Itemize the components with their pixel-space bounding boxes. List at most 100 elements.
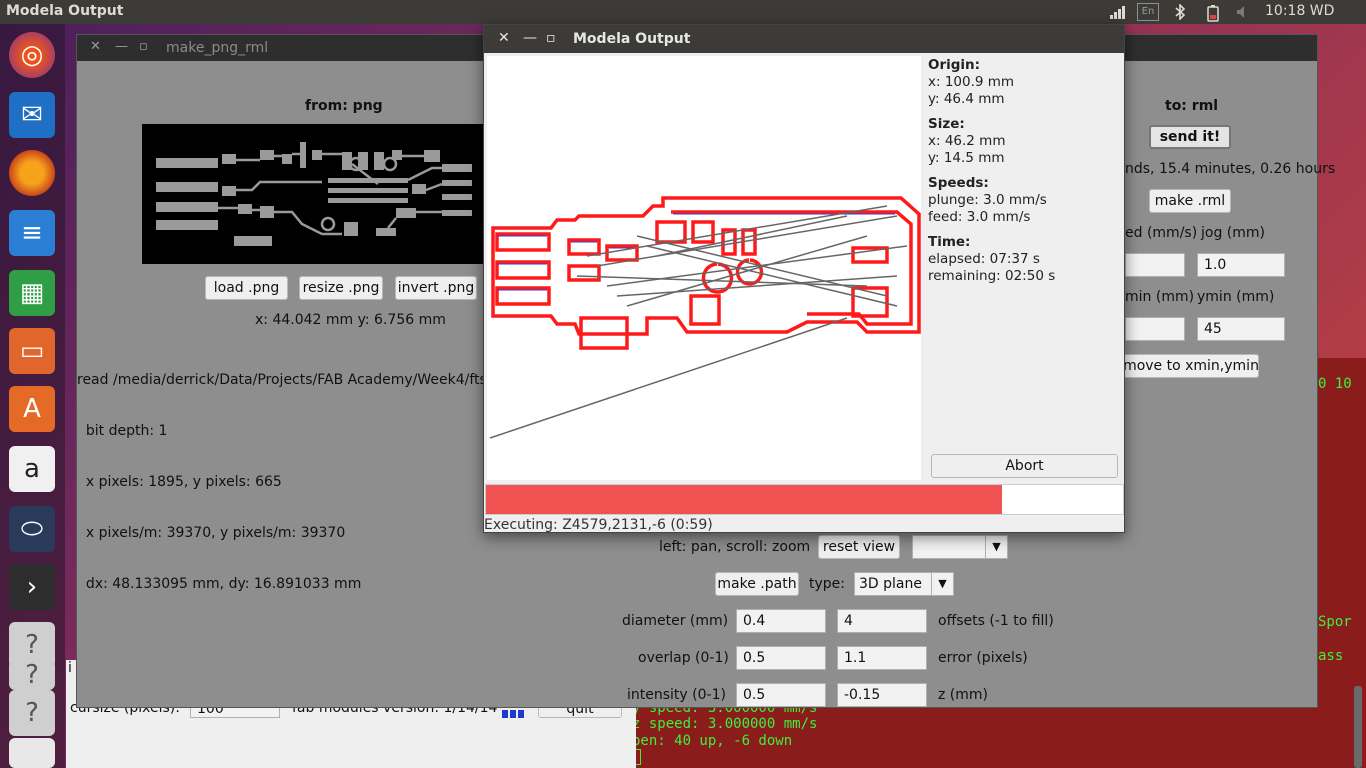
active-app-title: Modela Output — [6, 3, 124, 19]
elapsed-time: elapsed: 07:37 s — [928, 251, 1040, 267]
unknown-app-icon[interactable]: ? — [9, 690, 55, 736]
remaining-time: remaining: 02:50 s — [928, 268, 1056, 284]
view-select[interactable]: ▼ — [912, 535, 1008, 559]
overlap-input[interactable]: 0.5 — [736, 646, 826, 670]
progress-bar — [485, 484, 1124, 515]
time-estimate: nds, 15.4 minutes, 0.26 hours — [1125, 161, 1336, 177]
firefox-icon[interactable] — [9, 150, 55, 196]
writer-icon[interactable]: ≡ — [9, 210, 55, 256]
reset-view-button[interactable]: reset view — [818, 535, 900, 559]
speed-label: ed (mm/s) — [1125, 225, 1198, 241]
size-x: x: 46.2 mm — [928, 133, 1006, 149]
maximize-icon[interactable]: ▫ — [139, 39, 148, 54]
toolpath-canvas[interactable] — [487, 56, 921, 480]
make-path-button[interactable]: make .path — [715, 572, 799, 596]
speeds-heading: Speeds: — [928, 175, 989, 191]
bluetooth-icon[interactable] — [1172, 3, 1188, 21]
type-select[interactable]: 3D plane ▼ — [854, 572, 954, 596]
plunge-speed: plunge: 3.0 mm/s — [928, 192, 1047, 208]
terminal-scrollbar[interactable] — [1354, 686, 1362, 768]
param-label: z (mm) — [938, 687, 988, 703]
chevron-down-icon: ▼ — [931, 573, 953, 595]
send-it-button[interactable]: send it! — [1149, 125, 1231, 149]
cursor-coords: x: 44.042 mm y: 6.756 mm — [255, 312, 446, 328]
dialog-titlebar: ✕ — ▫ Modela Output — [484, 25, 1124, 53]
size-y: y: 14.5 mm — [928, 150, 1005, 166]
terminal-line: z speed: 3.000000 mm/s — [632, 716, 818, 732]
make-rml-button[interactable]: make .rml — [1149, 189, 1231, 213]
view-hint: left: pan, scroll: zoom — [659, 539, 811, 555]
terminal-icon[interactable]: › — [9, 564, 55, 610]
minimize-icon[interactable]: — — [115, 39, 128, 54]
to-label: to: rml — [1165, 98, 1219, 114]
type-label: type: — [809, 576, 845, 592]
job-info-panel: Origin: x: 100.9 mm y: 46.4 mm Size: x: … — [928, 57, 1118, 293]
param-label: overlap (0-1) — [638, 650, 729, 666]
terminal-fragment: ass — [1318, 648, 1344, 664]
png-info-line: bit depth: 1 — [77, 423, 168, 439]
diameter-input[interactable]: 0.4 — [736, 609, 826, 633]
unknown-app-icon[interactable]: ? — [9, 660, 55, 690]
feed-speed: feed: 3.0 mm/s — [928, 209, 1031, 225]
network-signal-icon[interactable] — [1108, 4, 1126, 20]
from-label: from: png — [305, 98, 383, 114]
keyboard-layout-indicator[interactable]: En — [1137, 3, 1159, 21]
amazon-icon[interactable]: a — [9, 446, 55, 492]
load-png-button[interactable]: load .png — [205, 276, 288, 300]
z-input[interactable]: -0.15 — [837, 683, 927, 707]
terminal-fragment: 0 10 — [1318, 376, 1352, 392]
param-label: diameter (mm) — [622, 613, 729, 629]
top-panel: Modela Output En 10:18 WD — [0, 0, 1366, 24]
terminal-fragment: Spor — [1318, 614, 1352, 630]
impress-icon[interactable]: ▭ — [9, 328, 55, 374]
speed-input[interactable] — [1125, 253, 1185, 277]
ymin-input[interactable]: 45 — [1197, 317, 1285, 341]
ubuntu-dash-icon[interactable]: ◎ — [9, 32, 55, 78]
resize-png-button[interactable]: resize .png — [299, 276, 383, 300]
close-icon[interactable]: ✕ — [90, 39, 101, 54]
param-label: intensity (0-1) — [627, 687, 726, 703]
error-input[interactable]: 1.1 — [837, 646, 927, 670]
png-preview[interactable] — [142, 124, 487, 264]
unknown-app-icon[interactable] — [9, 738, 55, 768]
terminal-line: pen: 40 up, -6 down — [632, 733, 793, 749]
origin-heading: Origin: — [928, 57, 981, 73]
offsets-input[interactable]: 4 — [837, 609, 927, 633]
software-center-icon[interactable]: A — [9, 386, 55, 432]
volume-icon[interactable] — [1235, 4, 1251, 20]
settings-toggle-icon[interactable]: ⬭ — [9, 506, 55, 552]
ymin-label: ymin (mm) — [1197, 289, 1275, 305]
battery-icon[interactable] — [1203, 4, 1223, 22]
jog-input[interactable]: 1.0 — [1197, 253, 1285, 277]
minimize-icon[interactable]: — — [523, 30, 537, 46]
png-info-line: read /media/derrick/Data/Projects/FAB Ac… — [77, 372, 487, 388]
jog-label: jog (mm) — [1201, 225, 1265, 241]
size-heading: Size: — [928, 116, 965, 132]
xmin-label: min (mm) — [1125, 289, 1195, 305]
png-info-line: dx: 48.133095 mm, dy: 16.891033 mm — [77, 576, 362, 592]
param-label: error (pixels) — [938, 650, 1028, 666]
intensity-input[interactable]: 0.5 — [736, 683, 826, 707]
time-heading: Time: — [928, 234, 971, 250]
close-icon[interactable]: ✕ — [498, 30, 510, 46]
mail-icon[interactable]: ✉ — [9, 92, 55, 138]
calc-icon[interactable]: ▦ — [9, 270, 55, 316]
png-info-line: x pixels: 1895, y pixels: 665 — [77, 474, 282, 490]
modela-output-dialog: ✕ — ▫ Modela Output Origin: x: 100.9 mm … — [483, 24, 1125, 533]
abort-button[interactable]: Abort — [931, 454, 1118, 478]
pixel-icon — [502, 710, 526, 718]
origin-x: x: 100.9 mm — [928, 74, 1015, 90]
invert-png-button[interactable]: invert .png — [395, 276, 477, 300]
move-to-xmin-ymin-button[interactable]: move to xmin,ymin — [1123, 354, 1259, 378]
png-info: read /media/derrick/Data/Projects/FAB Ac… — [77, 338, 487, 627]
png-info-line: x pixels/m: 39370, y pixels/m: 39370 — [77, 525, 346, 541]
chevron-down-icon: ▼ — [985, 536, 1007, 558]
fab-fragment-label: i — [68, 660, 72, 676]
maximize-icon[interactable]: ▫ — [546, 30, 556, 46]
launcher: ◎ ✉ ≡ ▦ ▭ A a ⬭ › ? ? ? — [0, 24, 65, 768]
clock[interactable]: 10:18 WD — [1265, 3, 1334, 19]
executing-status: Executing: Z4579,2131,-6 (0:59) — [484, 517, 713, 533]
xmin-input[interactable] — [1125, 317, 1185, 341]
dialog-title: Modela Output — [573, 31, 691, 47]
window-title: make_png_rml — [166, 40, 269, 56]
